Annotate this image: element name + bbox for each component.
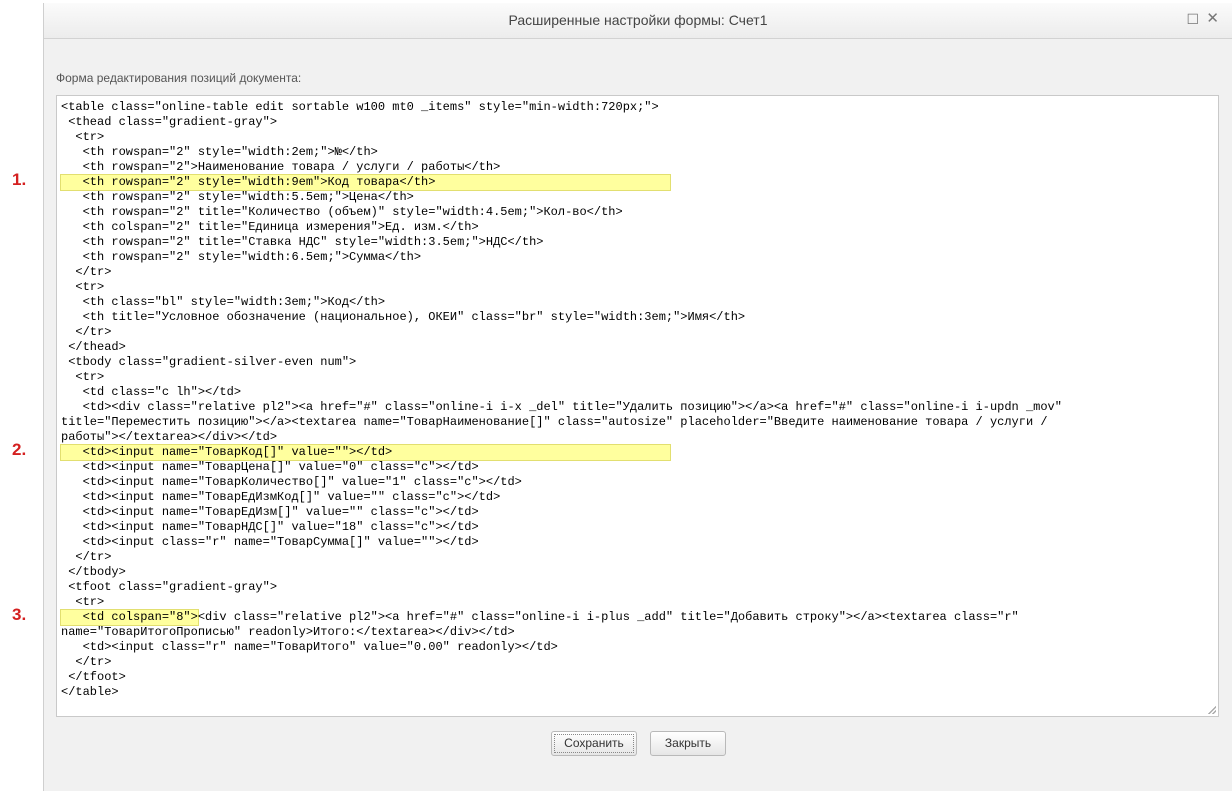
code-line: title="Переместить позицию"></a><textare… xyxy=(61,415,1048,429)
annotation-marker-1: 1. xyxy=(12,170,27,189)
code-line: <th class="bl" style="width:3em;">Код</t… xyxy=(61,295,386,309)
code-line: <tbody class="gradient-silver-even num"> xyxy=(61,355,357,369)
code-line: <td><input name="ТоварЦена[]" value="0" … xyxy=(61,460,479,474)
code-line: </thead> xyxy=(61,340,126,354)
code-line: <thead class="gradient-gray"> xyxy=(61,115,278,129)
code-line: <td><input name="ТоварЕдИзм[]" value="" … xyxy=(61,505,479,519)
code-line: <tfoot class="gradient-gray"> xyxy=(61,580,278,594)
code-line: работы"></textarea></div></td> xyxy=(61,430,278,444)
form-label: Форма редактирования позиций документа: xyxy=(56,71,302,85)
save-button[interactable]: Сохранить xyxy=(551,731,637,756)
close-button[interactable]: Закрыть xyxy=(650,731,726,756)
dialog-title: Расширенные настройки формы: Счет1 xyxy=(508,12,768,28)
code-line: </tr> xyxy=(61,655,112,669)
resize-grip-icon[interactable] xyxy=(1208,706,1216,714)
code-line: <th colspan="2" title="Единица измерения… xyxy=(61,220,479,234)
code-line: </tr> xyxy=(61,550,112,564)
code-line: <tr> xyxy=(61,280,105,294)
code-line: <th rowspan="2">Наименование товара / ус… xyxy=(61,160,501,174)
highlighted-code-line: <th rowspan="2" style="width:9em">Код то… xyxy=(60,174,671,191)
code-line: <td><input name="ТоварКоличество[]" valu… xyxy=(61,475,522,489)
maximize-icon[interactable]: ☐ xyxy=(1186,11,1199,27)
code-line: <th rowspan="2" title="Количество (объем… xyxy=(61,205,623,219)
annotation-marker-3: 3. xyxy=(12,605,27,624)
code-line: <table class="online-table edit sortable… xyxy=(61,100,659,114)
code-line: </tr> xyxy=(61,265,112,279)
highlighted-code-line: <td><input name="ТоварКод[]" value=""></… xyxy=(60,444,671,461)
code-line: <td><input class="r" name="ТоварСумма[]"… xyxy=(61,535,479,549)
code-line: <tr> xyxy=(61,595,105,609)
code-line: </table> xyxy=(61,685,119,699)
code-line: <tr> xyxy=(61,370,105,384)
annotation-marker-2: 2. xyxy=(12,440,27,459)
highlighted-code-fragment: <td colspan="8"> xyxy=(60,609,199,626)
code-line: </tbody> xyxy=(61,565,126,579)
code-line: <td><input class="r" name="ТоварИтого" v… xyxy=(61,640,558,654)
settings-dialog: Расширенные настройки формы: Счет1 ☐ ✕ Ф… xyxy=(43,3,1232,791)
code-line: <td><div class="relative pl2"><a href="#… xyxy=(61,400,1062,414)
code-fragment: <div class="relative pl2"><a href="#" cl… xyxy=(197,610,1019,624)
code-line: <td class="c lh"></td> xyxy=(61,385,242,399)
code-line: <th rowspan="2" style="width:2em;">№</th… xyxy=(61,145,378,159)
code-line: name="ТоварИтогоПрописью" readonly>Итого… xyxy=(61,625,515,639)
code-text[interactable]: <table class="online-table edit sortable… xyxy=(57,96,1218,700)
code-line: <th rowspan="2" style="width:6.5em;">Сум… xyxy=(61,250,422,264)
code-line: <th title="Условное обозначение (национа… xyxy=(61,310,746,324)
close-icon[interactable]: ✕ xyxy=(1206,11,1219,27)
code-line: <th rowspan="2" style="width:5.5em;">Цен… xyxy=(61,190,414,204)
code-line: <tr> xyxy=(61,130,105,144)
code-line: </tfoot> xyxy=(61,670,126,684)
code-line: </tr> xyxy=(61,325,112,339)
code-editor[interactable]: <table class="online-table edit sortable… xyxy=(56,95,1219,717)
dialog-titlebar[interactable]: Расширенные настройки формы: Счет1 ☐ ✕ xyxy=(44,3,1232,39)
code-line: <td><input name="ТоварЕдИзмКод[]" value=… xyxy=(61,490,501,504)
code-line: <th rowspan="2" title="Ставка НДС" style… xyxy=(61,235,544,249)
code-line: <td><input name="ТоварНДС[]" value="18" … xyxy=(61,520,479,534)
